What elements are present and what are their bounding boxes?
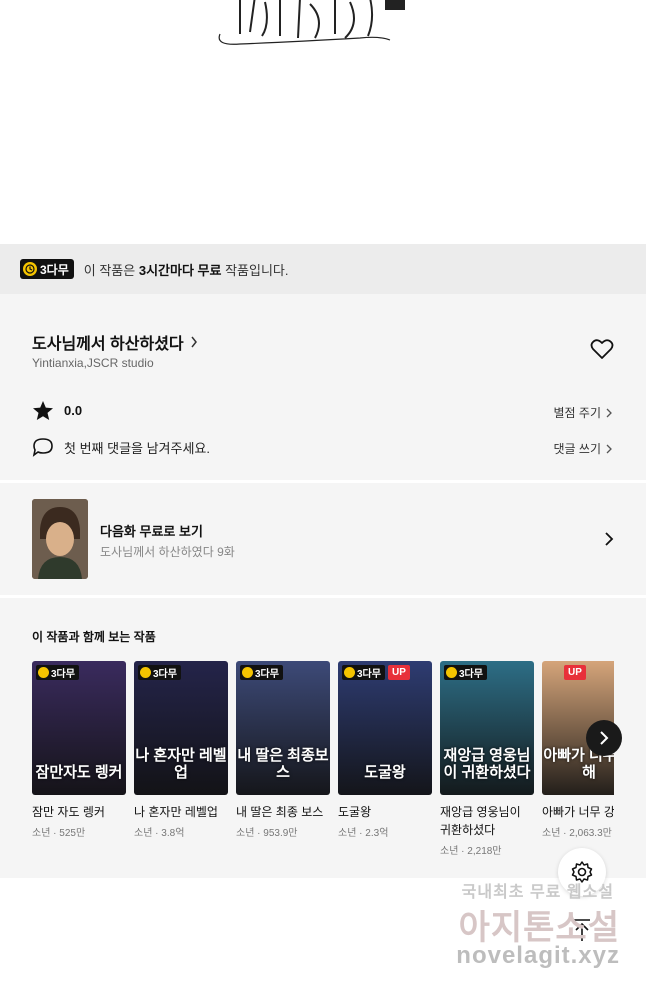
- clock-icon: [242, 667, 253, 678]
- recommendation-cover: 3다무내 딸은 최종보스: [236, 661, 330, 795]
- recommendation-title: 내 딸은 최종 보스: [236, 805, 324, 819]
- chevron-right-icon: [600, 731, 609, 745]
- carousel-edge: [614, 661, 646, 861]
- carousel-next-button[interactable]: [586, 720, 622, 756]
- work-author: Yintianxia,JSCR studio: [32, 356, 154, 370]
- watermark-line-3: novelagit.xyz: [456, 942, 620, 969]
- work-title-link[interactable]: 도사님께서 하산하셨다: [32, 330, 198, 354]
- recommendation-meta: 소년 · 3.8억: [134, 828, 185, 839]
- recommendations-section: 이 작품과 함께 보는 작품 3다무잠만자도 렝커잠만 자도 렝커소년 · 52…: [0, 598, 646, 878]
- recommendation-cover: 3다무 UP 도굴왕: [338, 661, 432, 795]
- clock-icon: [446, 667, 457, 678]
- recommendation-meta: 소년 · 2.3억: [338, 828, 389, 839]
- recommendation-cover: 3다무잠만자도 렝커: [32, 661, 126, 795]
- clock-icon: [38, 667, 49, 678]
- work-info-section: 도사님께서 하산하셨다 Yintianxia,JSCR studio 0.0 별…: [0, 294, 646, 480]
- chevron-right-icon: [605, 532, 614, 546]
- next-episode-thumbnail: [32, 499, 88, 579]
- recommendation-title: 도굴왕: [338, 805, 372, 819]
- clock-icon: [140, 667, 151, 678]
- recommendation-card[interactable]: 3다무내 딸은 최종보스내 딸은 최종 보스소년 · 953.9만: [236, 661, 330, 857]
- free-badge-label: 3다무: [51, 669, 75, 680]
- recommendations-carousel: 3다무 잠만자도 렝커 잠만 자도 렝커 소년 · 525만 3다무 나 혼자만 레벨업 나…: [32, 661, 636, 857]
- cover-image-area: [0, 0, 646, 244]
- comment-prompt-text: 첫 번째 댓글을 남겨주세요.: [64, 440, 211, 456]
- watermark-line-1: 국내최초 무료 웹소설: [461, 884, 614, 901]
- recommendation-cover-title: 잠만자도 렝커: [35, 763, 123, 781]
- next-episode-subtitle: 도사님께서 하산하였다 9화: [100, 545, 235, 559]
- banner-text-bold: 3시간마다 무료: [138, 262, 222, 278]
- rate-button[interactable]: 별점 주기: [554, 404, 613, 421]
- recommendation-card[interactable]: 3다무 재앙급 영웅님이 귀환하셨다 재앙급 영웅님이 귀환하셨다 소년 · 2,21…: [440, 661, 534, 857]
- recommendation-card[interactable]: 3다무 UP 도굴왕 도굴왕 소년 · 2.3억: [338, 661, 432, 857]
- free-badge-label: 3다무: [40, 262, 69, 277]
- recommendation-title: 재앙급 영웅님이 귀환하셨다: [440, 805, 521, 837]
- write-comment-button[interactable]: 댓글 쓰기: [554, 440, 613, 457]
- banner-text-prefix: 이 작품은: [83, 262, 139, 278]
- recommendation-meta: 소년 · 2,218만: [440, 846, 502, 857]
- rating-value: 0.0: [64, 403, 83, 418]
- clock-icon: [23, 262, 37, 276]
- up-badge: UP: [564, 665, 586, 680]
- recommendation-meta: 소년 · 525만: [32, 828, 86, 839]
- recommendation-cover-title: 도굴왕: [364, 763, 406, 781]
- free-badge: 3다무: [444, 665, 487, 680]
- recommendation-cover-title: 나 혼자만 레벨업: [135, 747, 227, 781]
- recommendations-heading: 이 작품과 함께 보는 작품: [32, 630, 156, 644]
- recommendation-title: 나 혼자만 레벨업: [134, 805, 218, 819]
- free-info-banner: 3다무 이 작품은 3시간마다 무료 작품입니다.: [0, 244, 646, 294]
- recommendation-title: 잠만 자도 렝커: [32, 805, 105, 819]
- next-episode-card[interactable]: 다음화 무료로 보기 도사님께서 하산하였다 9화: [0, 483, 646, 595]
- recommendation-cover-title: 재앙급 영웅님이 귀환하셨다: [443, 747, 531, 781]
- watermark: 국내최초 무료 웹소설 아지톤소설 novelagit.xyz: [446, 878, 626, 973]
- free-badge-label: 3다무: [255, 669, 279, 680]
- free-badge: 3다무: [20, 259, 74, 279]
- star-icon: [33, 401, 53, 420]
- recommendation-meta: 소년 · 953.9만: [236, 828, 298, 839]
- free-badge: 3다무: [240, 665, 283, 680]
- rating-display: 0.0: [32, 400, 82, 421]
- rate-button-label: 별점 주기: [553, 406, 602, 420]
- speech-bubble-icon: [32, 438, 53, 457]
- recommendation-card[interactable]: 3다무잠만자도 렝커잠만 자도 렝커소년 · 525만: [32, 661, 126, 857]
- chevron-right-icon: [606, 408, 612, 417]
- free-badge-label: 3다무: [357, 669, 381, 680]
- chevron-right-icon: [606, 444, 612, 453]
- title-logo: [218, 0, 405, 45]
- recommendation-cover: 3다무나 혼자만 레벨업: [134, 661, 228, 795]
- free-badge: 3다무: [36, 665, 79, 680]
- up-badge: UP: [388, 665, 410, 680]
- recommendation-card[interactable]: 3다무 나 혼자만 레벨업 나 혼자만 레벨업 소년 · 3.8억: [134, 661, 228, 857]
- comment-prompt-row: 첫 번째 댓글을 남겨주세요.: [32, 437, 210, 457]
- chevron-right-icon: [191, 336, 197, 348]
- next-episode-title: 다음화 무료로 보기: [100, 524, 203, 539]
- free-badge: 3다무: [138, 665, 181, 680]
- banner-text-suffix: 작품입니다.: [221, 262, 289, 278]
- clock-icon: [344, 667, 355, 678]
- recommendation-cover: 3다무재앙급 영웅님이 귀환하셨다: [440, 661, 534, 795]
- free-badge-label: 3다무: [459, 669, 483, 680]
- work-title: 도사님께서 하산하셨다: [32, 336, 184, 353]
- heart-icon[interactable]: [590, 338, 614, 360]
- free-badge: 3다무: [342, 665, 385, 680]
- recommendation-cover-title: 내 딸은 최종보스: [237, 747, 329, 781]
- write-comment-label: 댓글 쓰기: [553, 442, 602, 456]
- free-badge-label: 3다무: [153, 669, 177, 680]
